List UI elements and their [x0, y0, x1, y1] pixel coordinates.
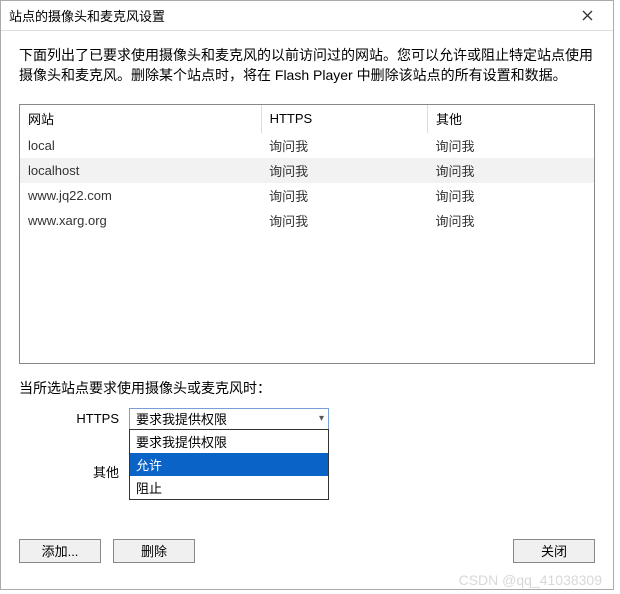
header-other[interactable]: 其他 [428, 105, 594, 133]
cell-site: www.jq22.com [20, 183, 261, 208]
permission-form: 当所选站点要求使用摄像头或麦克风时： HTTPS 要求我提供权限 ▾ 要求我提供… [19, 378, 595, 483]
titlebar: 站点的摄像头和麦克风设置 [1, 1, 613, 31]
cell-site: www.xarg.org [20, 208, 261, 233]
cell-other: 询问我 [428, 183, 594, 208]
settings-dialog: 站点的摄像头和麦克风设置 下面列出了已要求使用摄像头和麦克风的以前访问过的网站。… [0, 0, 614, 590]
chevron-down-icon: ▾ [319, 413, 324, 424]
table-row[interactable]: localhost询问我询问我 [20, 158, 594, 183]
add-button[interactable]: 添加... [19, 539, 101, 563]
https-label: HTTPS [19, 411, 129, 426]
cell-site: localhost [20, 158, 261, 183]
https-combo[interactable]: 要求我提供权限 ▾ 要求我提供权限允许阻止 [129, 408, 329, 430]
dialog-content: 下面列出了已要求使用摄像头和麦克风的以前访问过的网站。您可以允许或阻止特定站点使… [1, 31, 613, 589]
cell-https: 询问我 [261, 132, 427, 158]
cell-other: 询问我 [428, 132, 594, 158]
https-dropdown[interactable]: 要求我提供权限允许阻止 [129, 429, 329, 500]
cell-site: local [20, 132, 261, 158]
delete-button[interactable]: 删除 [113, 539, 195, 563]
dropdown-option[interactable]: 阻止 [130, 476, 328, 499]
dialog-title: 站点的摄像头和麦克风设置 [9, 6, 165, 25]
table-header-row: 网站 HTTPS 其他 [20, 105, 594, 133]
dropdown-option[interactable]: 允许 [130, 453, 328, 476]
table-row[interactable]: www.jq22.com询问我询问我 [20, 183, 594, 208]
button-row: 添加... 删除 关闭 [19, 539, 595, 563]
cell-https: 询问我 [261, 183, 427, 208]
header-https[interactable]: HTTPS [261, 105, 427, 133]
dropdown-option[interactable]: 要求我提供权限 [130, 430, 328, 453]
table-row[interactable]: www.xarg.org询问我询问我 [20, 208, 594, 233]
cell-other: 询问我 [428, 208, 594, 233]
cell-https: 询问我 [261, 208, 427, 233]
close-icon[interactable] [567, 2, 607, 30]
cell-other: 询问我 [428, 158, 594, 183]
description-text: 下面列出了已要求使用摄像头和麦克风的以前访问过的网站。您可以允许或阻止特定站点使… [19, 45, 595, 86]
table-row[interactable]: local询问我询问我 [20, 132, 594, 158]
https-combo-value: 要求我提供权限 [136, 409, 227, 428]
other-label: 其他 [19, 462, 129, 481]
form-heading: 当所选站点要求使用摄像头或麦克风时： [19, 378, 595, 398]
cell-https: 询问我 [261, 158, 427, 183]
sites-table: 网站 HTTPS 其他 local询问我询问我localhost询问我询问我ww… [19, 104, 595, 364]
header-site[interactable]: 网站 [20, 105, 261, 133]
close-button[interactable]: 关闭 [513, 539, 595, 563]
